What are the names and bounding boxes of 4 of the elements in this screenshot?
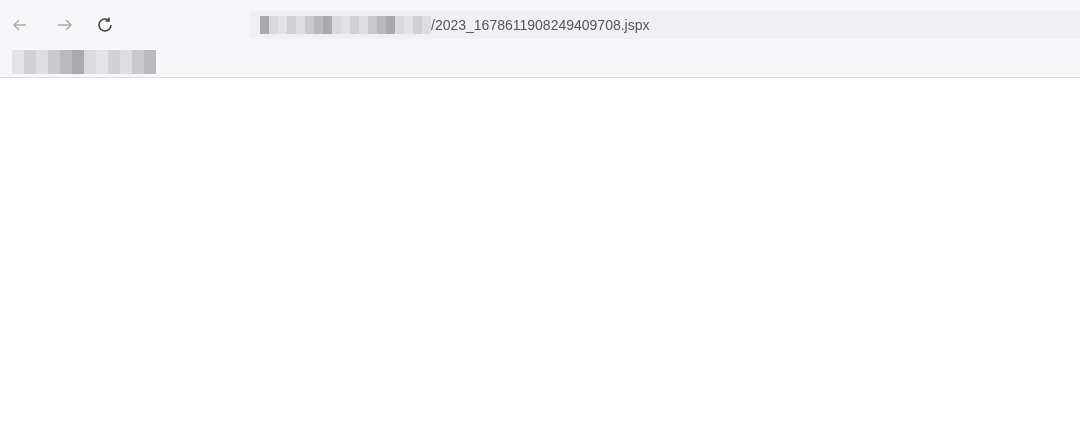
- reload-icon[interactable]: [96, 16, 114, 34]
- forward-arrow-icon[interactable]: [56, 17, 74, 33]
- url-text: /2023_1678611908249409708.jspx: [431, 15, 650, 35]
- address-bar[interactable]: /2023_1678611908249409708.jspx: [250, 11, 1080, 39]
